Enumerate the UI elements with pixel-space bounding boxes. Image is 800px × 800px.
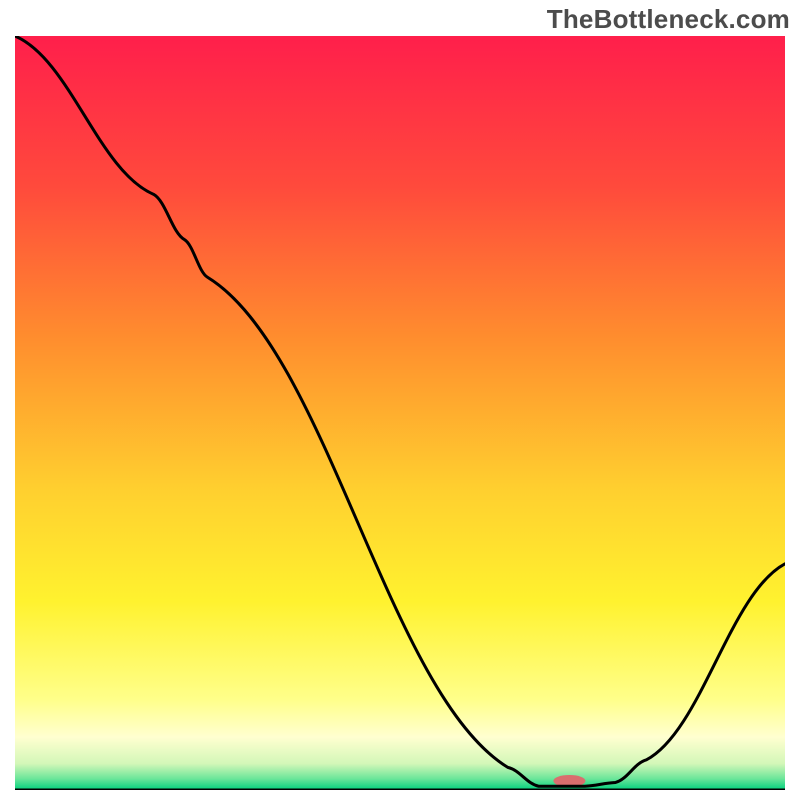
chart-container: TheBottleneck.com bbox=[0, 0, 800, 800]
bottleneck-chart bbox=[15, 36, 785, 790]
chart-svg bbox=[15, 36, 785, 790]
gradient-background bbox=[15, 36, 785, 790]
watermark-text: TheBottleneck.com bbox=[547, 4, 790, 35]
